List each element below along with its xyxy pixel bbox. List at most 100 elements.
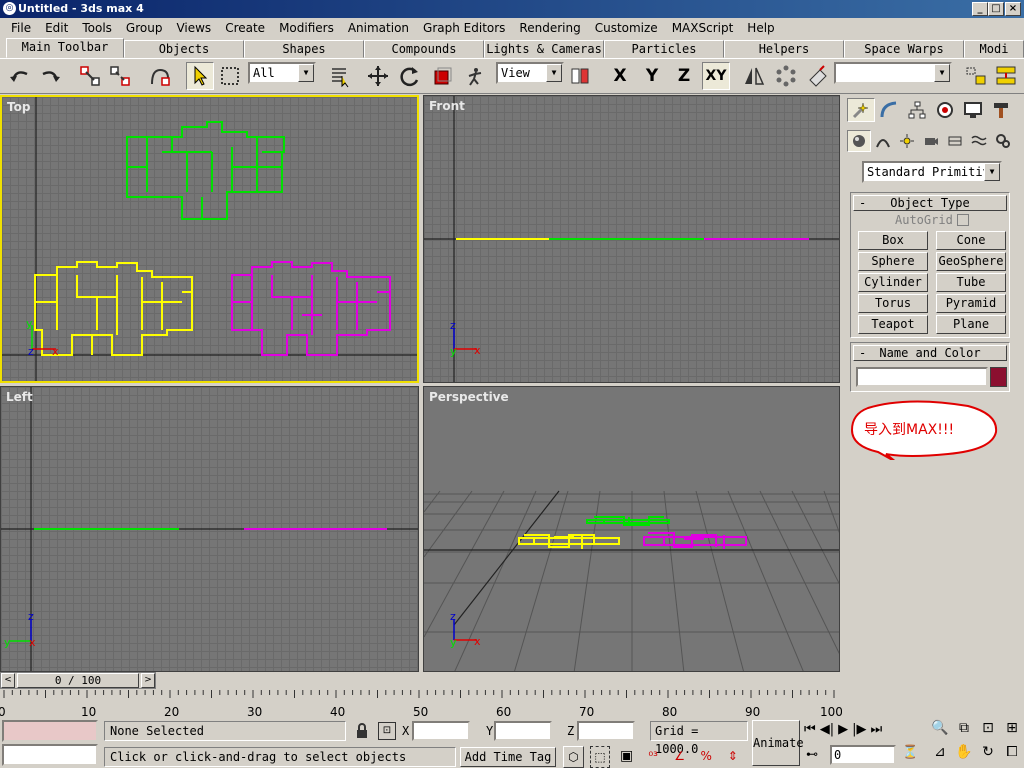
bind-space-warp-button[interactable] <box>146 62 174 90</box>
object-category-dropdown[interactable]: Standard Primitiv ▼ <box>862 161 1002 183</box>
maximize-button[interactable]: □ <box>988 2 1004 16</box>
cameras-category-button[interactable] <box>919 130 943 152</box>
select-by-name-button[interactable] <box>326 62 354 90</box>
menu-edit[interactable]: Edit <box>38 21 75 35</box>
viewport-perspective[interactable]: z x y Perspective <box>423 386 840 672</box>
align-button[interactable] <box>804 62 832 90</box>
selection-lock-button[interactable] <box>354 722 370 740</box>
object-color-swatch[interactable] <box>990 367 1007 387</box>
menu-group[interactable]: Group <box>119 21 170 35</box>
go-to-start-button[interactable]: ⏮ <box>804 722 816 742</box>
percent-snap-button[interactable]: % <box>696 746 717 768</box>
geometry-category-button[interactable] <box>847 130 871 152</box>
go-to-end-button[interactable]: ⏭ <box>870 722 882 742</box>
close-button[interactable]: × <box>1005 2 1021 16</box>
mirror-button[interactable] <box>740 62 768 90</box>
cylinder-button[interactable]: Cylinder <box>858 273 928 292</box>
autogrid-checkbox[interactable] <box>957 214 969 226</box>
viewport-left[interactable]: z y x Left <box>0 386 419 672</box>
pan-icon[interactable]: ✋ <box>952 744 976 768</box>
shapes-category-button[interactable] <box>871 130 895 152</box>
select-and-move-button[interactable] <box>364 62 392 90</box>
plane-button[interactable]: Plane <box>936 315 1006 334</box>
geosphere-button[interactable]: GeoSphere <box>936 252 1006 271</box>
menu-rendering[interactable]: Rendering <box>512 21 587 35</box>
hierarchy-tab-button[interactable] <box>903 98 931 122</box>
menu-maxscript[interactable]: MAXScript <box>665 21 741 35</box>
modify-tab-button[interactable] <box>875 98 903 122</box>
box-button[interactable]: Box <box>858 231 928 250</box>
menu-help[interactable]: Help <box>740 21 781 35</box>
zoom-extents-icon[interactable]: ⊡ <box>976 720 1000 744</box>
restrict-z-button[interactable]: Z <box>670 62 698 90</box>
pivot-center-button[interactable] <box>566 62 594 90</box>
key-mode-toggle[interactable]: ⊷ <box>806 747 826 765</box>
undo-button[interactable] <box>6 62 34 90</box>
play-button[interactable]: ▶ <box>838 722 848 742</box>
time-slider-prev[interactable]: < <box>1 673 15 688</box>
time-slider-next[interactable]: > <box>141 673 155 688</box>
select-object-button[interactable] <box>186 62 214 90</box>
menu-modifiers[interactable]: Modifiers <box>272 21 341 35</box>
utilities-tab-button[interactable] <box>987 98 1015 122</box>
selection-filter-dropdown[interactable]: All ▼ <box>248 62 316 84</box>
lights-category-button[interactable] <box>895 130 919 152</box>
object-name-input[interactable] <box>856 367 988 387</box>
motion-tab-button[interactable] <box>931 98 959 122</box>
absolute-mode-toggle[interactable]: ⊡ <box>378 722 396 740</box>
tube-button[interactable]: Tube <box>936 273 1006 292</box>
viewport-label-perspective[interactable]: Perspective <box>429 390 509 404</box>
tab-particles[interactable]: Particles <box>604 40 724 58</box>
tab-shapes[interactable]: Shapes <box>244 40 364 58</box>
display-tab-button[interactable] <box>959 98 987 122</box>
snap-3d-button[interactable]: ⁰³ <box>643 746 664 768</box>
tab-helpers[interactable]: Helpers <box>724 40 844 58</box>
cone-button[interactable]: Cone <box>936 231 1006 250</box>
teapot-button[interactable]: Teapot <box>858 315 928 334</box>
menu-customize[interactable]: Customize <box>588 21 665 35</box>
pyramid-button[interactable]: Pyramid <box>936 294 1006 313</box>
arc-rotate-icon[interactable]: ↻ <box>976 744 1000 768</box>
degradation-override-button[interactable]: ⬡ <box>563 746 584 768</box>
viewport-top[interactable]: y x z Top <box>0 95 419 383</box>
menu-animation[interactable]: Animation <box>341 21 416 35</box>
z-coord-input[interactable] <box>577 721 635 741</box>
tab-lights-cameras[interactable]: Lights & Cameras <box>484 40 604 58</box>
animate-button[interactable]: Animate <box>752 720 804 766</box>
spinner-snap-button[interactable]: ⇕ <box>722 746 743 768</box>
minimize-button[interactable]: _ <box>972 2 988 16</box>
previous-frame-button[interactable]: ◀| <box>820 722 834 742</box>
next-frame-button[interactable]: |▶ <box>852 722 866 742</box>
viewport-label-top[interactable]: Top <box>7 100 30 114</box>
tab-main-toolbar[interactable]: Main Toolbar <box>6 38 124 58</box>
restrict-xy-button[interactable]: XY <box>702 62 730 90</box>
viewport-label-front[interactable]: Front <box>429 99 465 113</box>
systems-category-button[interactable] <box>991 130 1015 152</box>
restrict-y-button[interactable]: Y <box>638 62 666 90</box>
x-coord-input[interactable] <box>412 721 470 741</box>
zoom-extents-all-icon[interactable]: ⊞ <box>1000 720 1024 744</box>
tab-modifiers[interactable]: Modi <box>964 40 1024 58</box>
tab-space-warps[interactable]: Space Warps <box>844 40 964 58</box>
select-manipulate-button[interactable] <box>460 62 488 90</box>
select-and-scale-button[interactable] <box>428 62 456 90</box>
time-slider-thumb[interactable]: 0 / 100 <box>17 673 139 688</box>
sphere-button[interactable]: Sphere <box>858 252 928 271</box>
current-frame-input[interactable]: 0 <box>830 745 896 765</box>
object-type-header[interactable]: - Object Type <box>853 195 1007 211</box>
field-of-view-icon[interactable]: ⊿ <box>928 744 952 768</box>
unlink-button[interactable] <box>106 62 134 90</box>
menu-create[interactable]: Create <box>218 21 272 35</box>
menu-file[interactable]: File <box>4 21 38 35</box>
maxscript-listener-mini[interactable] <box>2 720 98 742</box>
region-select-button[interactable] <box>216 62 244 90</box>
maxscript-input[interactable] <box>2 744 98 766</box>
tab-compounds[interactable]: Compounds <box>364 40 484 58</box>
space-warps-category-button[interactable] <box>967 130 991 152</box>
time-config-button[interactable]: ⏳ <box>902 745 922 765</box>
angle-snap-button[interactable]: ∠ <box>669 746 690 768</box>
tab-objects[interactable]: Objects <box>124 40 244 58</box>
torus-button[interactable]: Torus <box>858 294 928 313</box>
create-tab-button[interactable] <box>847 98 875 122</box>
app-icon[interactable]: ◎ <box>3 2 16 15</box>
